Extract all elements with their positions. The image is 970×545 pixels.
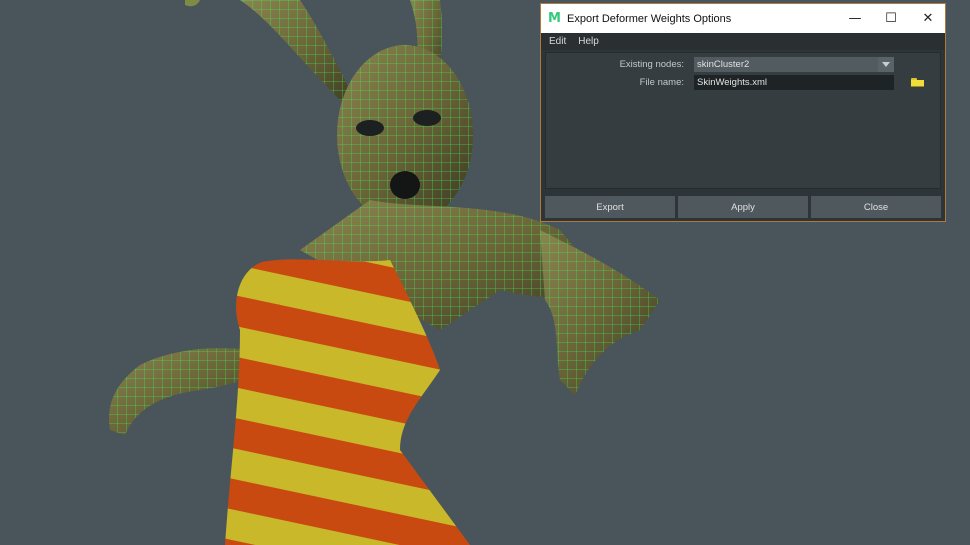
export-deformer-weights-dialog: M Export Deformer Weights Options — ☐ ✕ … [540, 3, 946, 222]
ear-tip [185, 0, 200, 7]
title-bar[interactable]: M Export Deformer Weights Options — ☐ ✕ [541, 4, 945, 33]
existing-nodes-dropdown[interactable]: skinCluster2 [694, 57, 894, 72]
head [337, 45, 473, 225]
dialog-title: Export Deformer Weights Options [567, 12, 732, 25]
left-arm [109, 348, 256, 435]
minimize-button[interactable]: — [836, 4, 874, 33]
close-icon: ✕ [922, 11, 934, 26]
menu-edit[interactable]: Edit [549, 36, 566, 47]
close-window-button[interactable]: ✕ [909, 4, 947, 33]
file-name-input[interactable] [694, 75, 894, 90]
existing-nodes-value: skinCluster2 [697, 59, 750, 70]
existing-nodes-row: Existing nodes: skinCluster2 [546, 57, 940, 72]
file-name-label: File name: [639, 77, 684, 88]
maximize-icon: ☐ [885, 11, 897, 26]
chevron-down-icon[interactable] [878, 57, 894, 72]
menu-help[interactable]: Help [578, 36, 599, 47]
close-button[interactable]: Close [811, 196, 941, 218]
maximize-button[interactable]: ☐ [872, 4, 910, 33]
existing-nodes-label: Existing nodes: [619, 59, 684, 70]
menu-bar: Edit Help [541, 33, 945, 50]
apply-button[interactable]: Apply [678, 196, 808, 218]
button-bar: Export Apply Close [545, 196, 941, 218]
export-button[interactable]: Export [545, 196, 675, 218]
right-arm [540, 230, 660, 395]
file-name-row: File name: [546, 75, 940, 90]
options-panel: Existing nodes: skinCluster2 File name: [545, 52, 941, 189]
folder-browse-icon[interactable] [911, 78, 924, 87]
maya-app-icon: M [548, 10, 561, 26]
minimize-icon: — [848, 11, 862, 26]
left-ear [240, 0, 360, 110]
